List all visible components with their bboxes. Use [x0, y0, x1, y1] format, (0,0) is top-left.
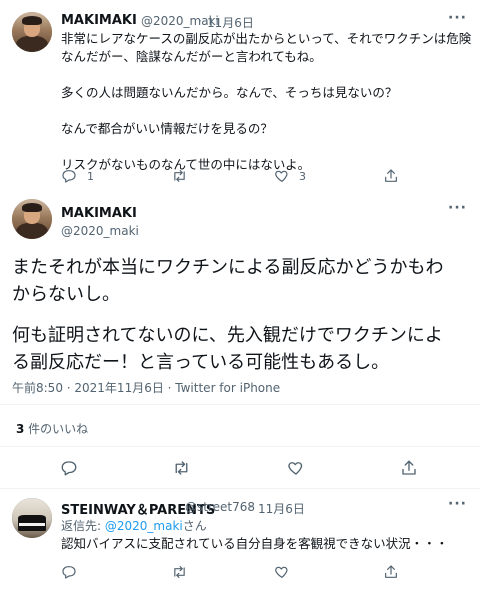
reply-icon[interactable] [61, 564, 77, 580]
avatar[interactable] [12, 199, 52, 239]
tweet-text-line: 非常にレアなケースの副反応が出たからといって、それでワクチンは危険 [61, 31, 472, 46]
tweet-text-line: からないし。 [12, 284, 120, 305]
reply-count: 1 [87, 170, 94, 183]
tweet-text-line: リスクがないものなんて世の中にはないよ。 [61, 157, 311, 172]
heart-icon[interactable] [287, 459, 305, 477]
tweet-text-line: またそれが本当にワクチンによる副反応かどうかもわ [12, 257, 444, 278]
avatar[interactable] [12, 12, 52, 52]
tweet-text: 認知バイアスに支配されている自分自身を客観視できない状況・・・ [61, 536, 449, 551]
reply-to-handle-link[interactable]: @2020_maki [105, 519, 183, 533]
tweet-text-line: 何も証明されてないのに、先入観だけでワクチンによ [12, 325, 443, 346]
share-icon[interactable] [400, 459, 418, 477]
share-icon[interactable] [383, 168, 399, 184]
tweet-text-line: なんだがー、陰謀なんだがーと言われてもね。 [61, 49, 322, 64]
share-icon[interactable] [383, 564, 399, 580]
meta-separator: · [249, 500, 253, 514]
reply-to-suffix: さん [182, 519, 207, 533]
likes-label: 件のいいね [24, 422, 89, 436]
tweet-date[interactable]: 11月6日 [207, 14, 254, 31]
like-count: 3 [299, 170, 306, 183]
tweet-text-line: る副反応だー！と言っている可能性もあるし。 [12, 352, 390, 373]
reply-to: 返信先: @2020_makiさん [61, 517, 207, 534]
author-handle[interactable]: @2020_maki [61, 224, 139, 238]
retweet-icon[interactable] [171, 168, 188, 184]
author-name[interactable]: MAKIMAKI [61, 13, 137, 28]
divider [0, 488, 480, 489]
reply-icon[interactable] [60, 459, 78, 477]
tweet-text: 非常にレアなケースの副反応が出たからといって、それでワクチンは危険 なんだがー、… [61, 30, 471, 174]
heart-icon[interactable] [274, 168, 290, 184]
author-name[interactable]: MAKIMAKI [61, 206, 137, 221]
reply-icon[interactable] [61, 168, 77, 184]
tweet-text: またそれが本当にワクチンによる副反応かどうかもわ からないし。 何も証明されてな… [12, 254, 472, 376]
avatar[interactable] [12, 498, 52, 538]
retweet-icon[interactable] [171, 564, 188, 580]
reply-to-prefix: 返信先: [61, 519, 105, 533]
heart-icon[interactable] [274, 564, 290, 580]
more-dots-icon[interactable]: ··· [448, 10, 467, 26]
author-handle[interactable]: @street768 [185, 500, 255, 514]
tweet-text-line: なんで都合がいい情報だけを見るの？ [61, 121, 273, 136]
retweet-icon[interactable] [172, 459, 191, 477]
tweet-text-line: 多くの人は問題ないんだから。なんで、そっちは見ないの？ [61, 85, 398, 100]
tweet-timestamp[interactable]: 午前8:50 · 2021年11月6日 · Twitter for iPhone [12, 379, 280, 396]
divider [0, 404, 480, 405]
more-dots-icon[interactable]: ··· [448, 200, 467, 216]
more-dots-icon[interactable]: ··· [448, 496, 467, 512]
divider [0, 446, 480, 447]
tweet-date[interactable]: 11月6日 [258, 500, 305, 517]
likes-summary[interactable]: 3 件のいいね [16, 420, 88, 437]
meta-separator: · [198, 14, 202, 28]
